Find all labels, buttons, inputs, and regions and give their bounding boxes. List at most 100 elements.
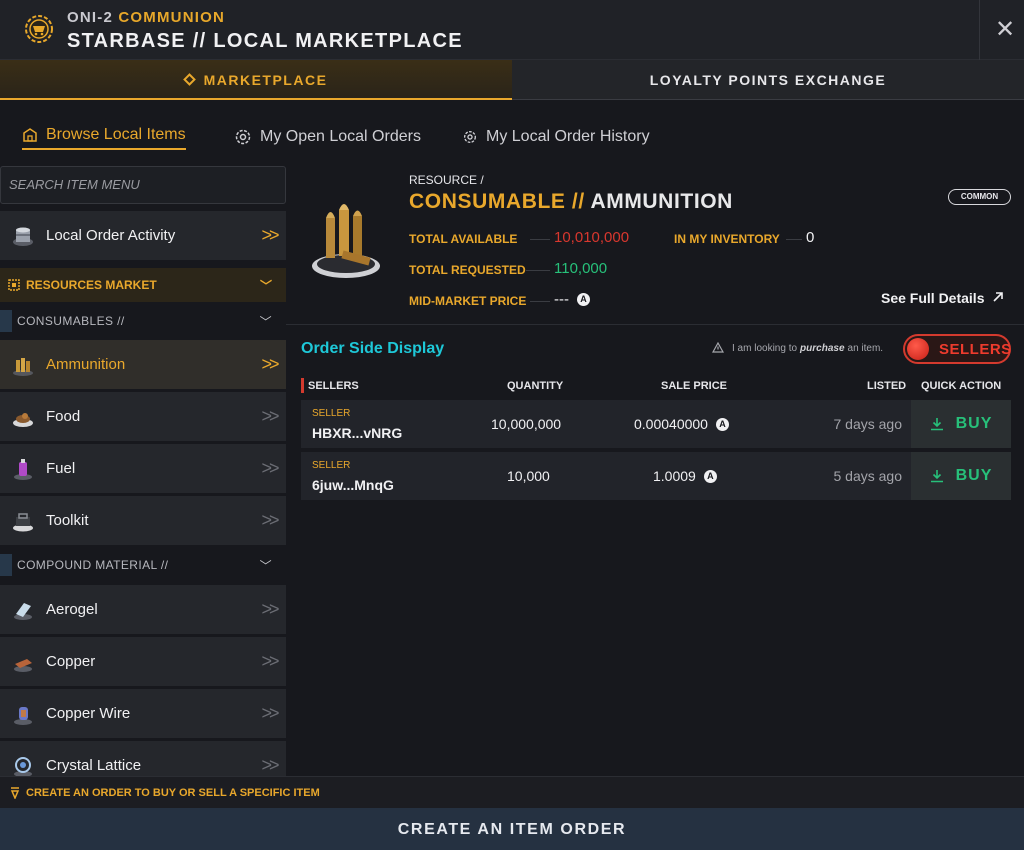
seller-role: SELLER — [312, 460, 351, 471]
resources-icon — [8, 279, 20, 291]
ammunition-icon — [13, 357, 33, 376]
subtab-my-local-order-history[interactable]: My Local Order History — [462, 124, 650, 150]
sidebar-item-label: Copper Wire — [46, 705, 131, 722]
atlas-currency-icon: A — [577, 293, 590, 306]
diamond-icon — [182, 73, 196, 86]
total-requested-label: TOTAL REQUESTED — [409, 263, 526, 277]
stat-divider — [786, 239, 802, 240]
resource-name: AMMUNITION — [590, 190, 733, 213]
gear-icon — [235, 129, 251, 145]
col-quantity: QUANTITY — [507, 380, 564, 392]
station-faction: COMMUNION — [118, 9, 226, 26]
stat-divider — [530, 301, 550, 302]
subtab-browse-local-items[interactable]: Browse Local Items — [22, 124, 186, 150]
subsection-marker — [0, 310, 12, 332]
sellers-column-marker — [301, 378, 304, 393]
listed-value: 7 days ago — [833, 416, 903, 432]
chevron-right-icon: >> — [261, 225, 279, 245]
see-full-details-link[interactable]: See Full Details — [881, 290, 1004, 306]
section-resources-market[interactable]: RESOURCES MARKET ﹀ — [0, 268, 286, 302]
col-sale-price: SALE PRICE — [661, 380, 728, 392]
sidebar-item-toolkit[interactable]: Toolkit >> — [0, 496, 286, 545]
info-icon — [712, 342, 724, 353]
subtab-my-open-local-orders[interactable]: My Open Local Orders — [234, 124, 421, 150]
atlas-currency-icon: A — [703, 469, 717, 483]
header-subtitle: ONI-2 COMMUNION — [67, 9, 225, 26]
chevron-right-icon: >> — [261, 599, 279, 619]
mid-price-value: --- — [554, 291, 569, 308]
copper-wire-icon — [14, 706, 32, 725]
sub-tabs: Browse Local Items My Open Local Orders … — [0, 100, 1024, 160]
tab-marketplace-label: MARKETPLACE — [203, 72, 328, 88]
subtab-label: My Open Local Orders — [260, 128, 421, 145]
col-listed: LISTED — [867, 380, 907, 392]
sidebar-item-copper[interactable]: Copper >> — [0, 637, 286, 686]
chevron-right-icon: >> — [261, 354, 279, 374]
sidebar-item-ammunition[interactable]: Ammunition >> — [0, 340, 286, 389]
seller-id: HBXR...vNRG — [312, 425, 403, 441]
resource-kind: RESOURCE / — [409, 173, 484, 187]
subtab-label: Browse Local Items — [46, 126, 186, 143]
chevron-right-icon: >> — [261, 406, 279, 426]
hint-suffix: an item. — [847, 342, 884, 354]
chevron-right-icon: >> — [261, 458, 279, 478]
chevron-down-icon: ﹀ — [259, 558, 272, 573]
subsection-consumables[interactable]: CONSUMABLES // ﹀ — [0, 306, 286, 336]
chevron-right-icon: >> — [261, 755, 279, 775]
tab-loyalty-points-exchange[interactable]: LOYALTY POINTS EXCHANGE — [512, 60, 1024, 100]
total-available-value: 10,010,000 — [554, 229, 630, 246]
sale-price: 0.00040000 A — [634, 416, 729, 432]
buy-button[interactable]: BUY — [911, 400, 1011, 448]
food-icon — [13, 412, 33, 427]
sidebar-item-fuel[interactable]: Fuel >> — [0, 444, 286, 493]
store-icon — [23, 128, 37, 142]
tab-marketplace[interactable]: MARKETPLACE — [0, 60, 512, 100]
sidebar-item-crystal-lattice[interactable]: Crystal Lattice >> — [0, 741, 286, 776]
resource-summary: RESOURCE / CONSUMABLE // AMMUNITION COMM… — [286, 160, 1024, 325]
toggle-knob — [907, 338, 929, 360]
create-item-order-button[interactable]: CREATE AN ITEM ORDER — [0, 808, 1024, 850]
section-label: RESOURCES MARKET — [26, 278, 157, 292]
order-activity-icon — [13, 227, 33, 246]
buy-label: BUY — [955, 467, 993, 484]
page-title: STARBASE // LOCAL MARKETPLACE — [67, 30, 463, 52]
sidebar-item-food[interactable]: Food >> — [0, 392, 286, 441]
seller-id: 6juw...MnqG — [312, 477, 394, 493]
sale-price-value: 1.0009 — [653, 468, 696, 484]
listed-value: 5 days ago — [833, 468, 903, 484]
ammunition-image-icon — [312, 204, 380, 278]
close-icon[interactable]: ✕ — [990, 16, 1020, 44]
resource-title: CONSUMABLE // AMMUNITION — [409, 190, 733, 214]
inventory-label: IN MY INVENTORY — [674, 232, 780, 246]
chevron-down-icon: ﹀ — [259, 314, 272, 329]
subsection-marker — [0, 554, 12, 576]
sidebar-item-local-order-activity[interactable]: Local Order Activity >> — [0, 211, 286, 260]
sidebar-item-label: Local Order Activity — [46, 227, 176, 244]
fuel-icon — [14, 458, 32, 480]
stat-divider — [526, 270, 550, 271]
stat-divider — [530, 239, 550, 240]
sale-price: 1.0009 A — [653, 468, 717, 484]
sidebar-item-copper-wire[interactable]: Copper Wire >> — [0, 689, 286, 738]
crystal-lattice-icon — [14, 756, 32, 776]
buy-button[interactable]: BUY — [911, 452, 1011, 500]
create-order-hint-label: CREATE AN ORDER TO BUY OR SELL A SPECIFI… — [26, 786, 320, 799]
search-input[interactable]: SEARCH ITEM MENU — [0, 166, 286, 204]
sidebar: SEARCH ITEM MENU Local Order Activity >>… — [0, 160, 286, 776]
sidebar-item-aerogel[interactable]: Aerogel >> — [0, 585, 286, 634]
seller-role: SELLER — [312, 408, 351, 419]
sidebar-item-label: Toolkit — [46, 512, 89, 529]
mid-price: --- A — [554, 291, 590, 308]
toggle-label: SELLERS — [939, 341, 1012, 358]
chevron-right-icon: >> — [261, 510, 279, 530]
sidebar-item-label: Aerogel — [46, 601, 98, 618]
table-row[interactable]: SELLER 6juw...MnqG 10,000 1.0009 A 5 days… — [301, 452, 911, 500]
subsection-compound-material[interactable]: COMPOUND MATERIAL // ﹀ — [0, 550, 286, 580]
table-row[interactable]: SELLER HBXR...vNRG 10,000,000 0.00040000… — [301, 400, 911, 448]
chevron-right-icon: >> — [261, 703, 279, 723]
col-sellers: SELLERS — [308, 380, 359, 392]
gear-icon — [464, 131, 476, 143]
sellers-toggle[interactable]: SELLERS — [903, 334, 1011, 364]
subsection-label: CONSUMABLES // — [17, 314, 125, 328]
atlas-currency-icon: A — [715, 417, 729, 431]
